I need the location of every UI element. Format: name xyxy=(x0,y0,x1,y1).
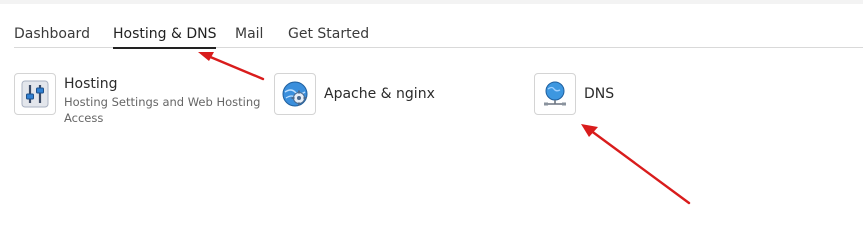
top-bar xyxy=(0,0,863,4)
tab-bar: Dashboard Hosting & DNS Mail Get Started xyxy=(14,24,863,49)
tab-dashboard[interactable]: Dashboard xyxy=(14,24,90,48)
apache-nginx-title[interactable]: Apache & nginx xyxy=(324,85,435,103)
hosting-title[interactable]: Hosting xyxy=(64,75,118,93)
apache-nginx-gear-icon[interactable] xyxy=(274,73,316,115)
dns-globe-icon[interactable] xyxy=(534,73,576,115)
tab-hosting-dns[interactable]: Hosting & DNS xyxy=(113,24,217,49)
arrow-to-dns-tile xyxy=(581,124,691,205)
apache-nginx-tile[interactable]: Apache & nginx xyxy=(274,73,454,117)
hosting-description: Hosting Settings and Web Hosting Access xyxy=(64,95,261,125)
dns-title[interactable]: DNS xyxy=(584,85,614,103)
tab-get-started[interactable]: Get Started xyxy=(288,24,369,48)
hosting-settings-icon[interactable] xyxy=(14,73,56,115)
hosting-tile[interactable]: Hosting Hosting Settings and Web Hosting… xyxy=(14,73,264,133)
dns-tile[interactable]: DNS xyxy=(534,73,654,117)
tab-mail[interactable]: Mail xyxy=(235,24,263,48)
